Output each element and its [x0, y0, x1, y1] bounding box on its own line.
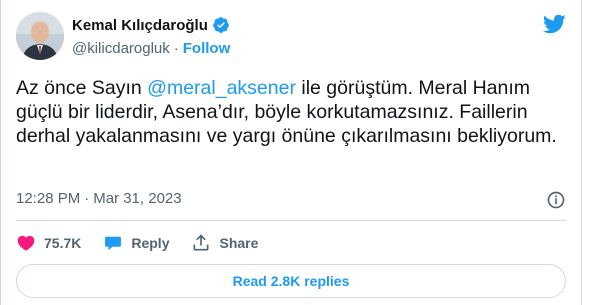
info-icon[interactable] — [546, 190, 566, 210]
person-avatar-icon — [16, 12, 64, 60]
author-handle[interactable]: @kilicdarogluk — [72, 40, 170, 57]
tweet-text-before: Az önce Sayın — [16, 77, 148, 99]
tweet-header: Kemal Kılıçdaroğlu @kilicdarogluk · Foll… — [16, 12, 566, 64]
like-count: 75.7K — [44, 235, 82, 251]
mention-link[interactable]: @meral_aksener — [147, 77, 296, 99]
follow-button[interactable]: Follow — [183, 40, 231, 57]
divider — [16, 220, 566, 221]
author-handle-line: @kilicdarogluk · Follow — [72, 40, 230, 57]
tweet-date: Mar 31, 2023 — [93, 190, 182, 207]
tweet-timestamp[interactable]: 12:28 PM · Mar 31, 2023 — [16, 190, 182, 207]
heart-icon — [17, 235, 35, 251]
like-button[interactable]: 75.7K — [16, 233, 81, 253]
share-label: Share — [219, 235, 259, 251]
reply-button[interactable]: Reply — [103, 233, 169, 253]
tweet-text: Az önce Sayın @meral_aksener ile görüştü… — [16, 76, 566, 148]
action-bar: 75.7K Reply Share — [16, 232, 258, 254]
author-name[interactable]: Kemal Kılıçdaroğlu — [72, 17, 208, 34]
verified-badge-icon — [212, 16, 230, 34]
timestamp-separator: · — [84, 190, 90, 207]
handle-separator: · — [173, 40, 179, 57]
author-name-line: Kemal Kılıçdaroğlu — [72, 16, 230, 34]
share-icon — [193, 234, 209, 251]
tweet-time: 12:28 PM — [16, 190, 81, 207]
reply-label: Reply — [131, 235, 170, 251]
read-replies-button[interactable]: Read 2.8K replies — [16, 264, 566, 298]
twitter-bird-icon[interactable] — [542, 12, 566, 36]
avatar[interactable] — [16, 12, 64, 60]
share-button[interactable]: Share — [191, 233, 258, 253]
reply-bubble-icon — [105, 236, 122, 251]
tweet-card: Kemal Kılıçdaroğlu @kilicdarogluk · Foll… — [0, 0, 582, 305]
